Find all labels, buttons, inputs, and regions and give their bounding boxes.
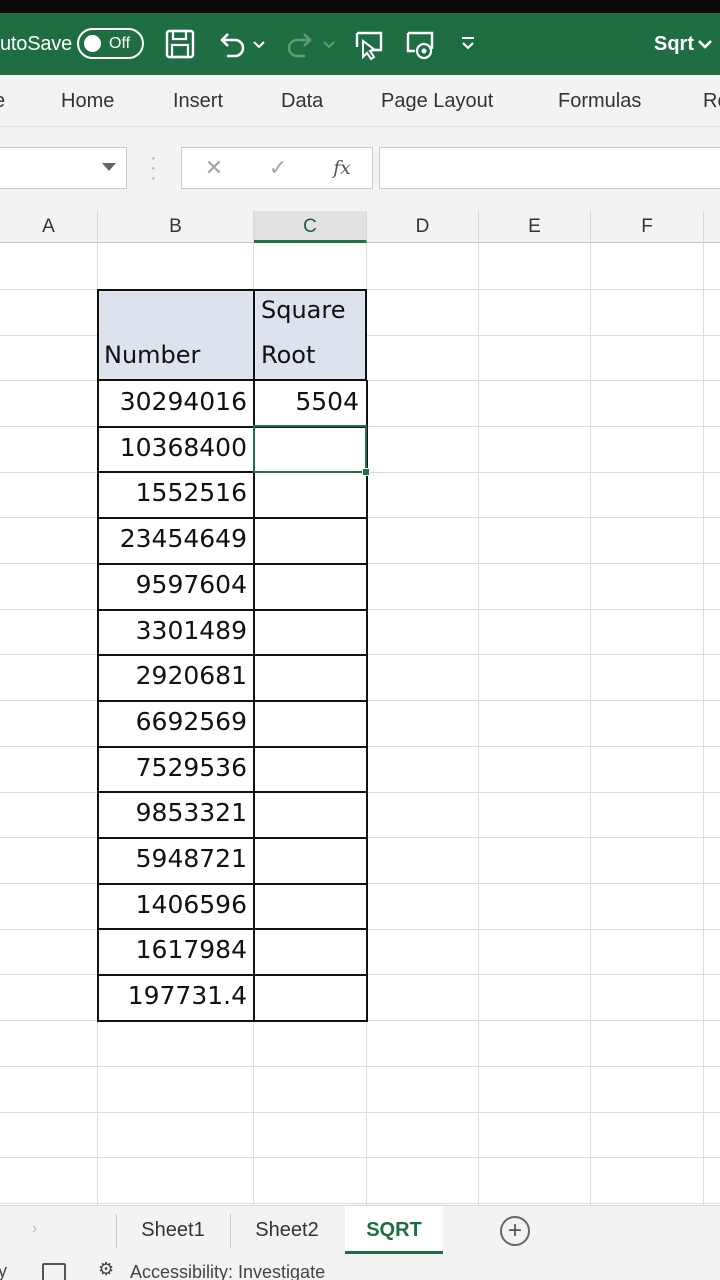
- save-icon[interactable]: [163, 27, 197, 61]
- sheet-tab-sqrt[interactable]: SQRT: [345, 1206, 443, 1254]
- fill-handle[interactable]: [362, 468, 370, 476]
- chevron-down-icon[interactable]: [102, 163, 116, 171]
- number-cell[interactable]: 5948721: [136, 844, 247, 873]
- number-cell[interactable]: 1617984: [136, 935, 247, 964]
- drag-handle-icon[interactable]: · · ·: [150, 148, 157, 188]
- tab-page-layout[interactable]: Page Layout: [381, 75, 493, 127]
- present-icon[interactable]: [352, 27, 386, 61]
- column-header-a[interactable]: A: [0, 211, 98, 243]
- tab-file[interactable]: e: [0, 75, 5, 127]
- redo-icon: [284, 27, 318, 61]
- table-row-border: [97, 1020, 367, 1022]
- number-cell[interactable]: 30294016: [120, 387, 247, 416]
- status-mode: y: [0, 1261, 7, 1280]
- number-cell[interactable]: 1406596: [136, 890, 247, 919]
- enter-icon: ✓: [268, 155, 288, 180]
- status-bar: y ⚙ Accessibility: Investigate: [0, 1255, 720, 1280]
- grid-hline: [0, 1157, 720, 1158]
- ribbon-tabs: e Home Insert Data Page Layout Formulas …: [0, 75, 720, 127]
- undo-icon[interactable]: [214, 27, 248, 61]
- table-row-border: [97, 746, 367, 748]
- autosave-state: Off: [109, 35, 131, 52]
- grid-hline: [0, 1203, 720, 1204]
- customize-toolbar-icon[interactable]: [455, 27, 481, 61]
- tab-home[interactable]: Home: [61, 75, 114, 127]
- table-row-border: [97, 563, 367, 565]
- number-cell[interactable]: 23454649: [120, 524, 247, 553]
- table-row-border: [97, 791, 367, 793]
- tab-data[interactable]: Data: [281, 75, 323, 127]
- table-row-border: [97, 700, 367, 702]
- number-cell[interactable]: 2920681: [136, 661, 247, 690]
- column-header-c[interactable]: C: [254, 211, 367, 243]
- file-name[interactable]: Sqrt: [654, 13, 694, 75]
- cancel-icon: ✕: [204, 155, 224, 180]
- accessibility-icon[interactable]: ⚙: [98, 1259, 114, 1280]
- worksheet-grid[interactable]: Number Square Root 30294016 5504 10368400 1…: [0, 243, 720, 1205]
- number-cell[interactable]: 9853321: [136, 798, 247, 827]
- title-bar: utoSave Off Sqrt: [0, 13, 720, 75]
- square-root-cell[interactable]: 5504: [295, 387, 359, 416]
- column-header-e[interactable]: E: [479, 211, 591, 243]
- window-top-edge: [0, 0, 720, 13]
- grid-vline: [703, 243, 704, 1205]
- formula-input[interactable]: [379, 147, 720, 189]
- table-row-border: [97, 974, 367, 976]
- redo-dropdown-icon: [320, 27, 338, 61]
- sheet-tabs-bar: › Sheet1 Sheet2 SQRT +: [0, 1205, 720, 1255]
- number-cell[interactable]: 3301489: [136, 616, 247, 645]
- number-cell[interactable]: 7529536: [136, 753, 247, 782]
- column-header-g[interactable]: [704, 211, 720, 243]
- grid-hline: [0, 1112, 720, 1113]
- sheet-nav-next-icon[interactable]: ›: [32, 1220, 37, 1238]
- autosave-label: utoSave: [0, 33, 72, 55]
- tab-insert[interactable]: Insert: [173, 75, 223, 127]
- number-cell[interactable]: 6692569: [136, 707, 247, 736]
- chevron-down-icon[interactable]: [696, 35, 714, 53]
- column-header-f[interactable]: F: [591, 211, 704, 243]
- table-row-border: [97, 837, 367, 839]
- add-sheet-icon[interactable]: +: [500, 1216, 530, 1246]
- grid-hline: [0, 1066, 720, 1067]
- number-cell[interactable]: 1552516: [136, 478, 247, 507]
- number-cell[interactable]: 197731.4: [128, 981, 247, 1010]
- sheet-tab-sheet2[interactable]: Sheet2: [232, 1206, 342, 1254]
- number-cell[interactable]: 10368400: [120, 433, 247, 462]
- header-number-text: Number: [104, 341, 201, 369]
- header-root-text: Root: [261, 341, 316, 369]
- table-row-border: [97, 517, 367, 519]
- macro-record-icon[interactable]: [42, 1263, 66, 1280]
- touch-mode-icon[interactable]: [403, 27, 437, 61]
- toggle-knob: [84, 35, 101, 52]
- table-row-border: [97, 883, 367, 885]
- name-box[interactable]: [0, 147, 127, 189]
- undo-dropdown-icon[interactable]: [250, 27, 268, 61]
- insert-function-icon[interactable]: fx: [322, 148, 362, 188]
- accessibility-status[interactable]: Accessibility: Investigate: [130, 1262, 325, 1280]
- formula-buttons: ✕ ✓ fx: [181, 147, 373, 189]
- table-row-border: [97, 654, 367, 656]
- tab-review[interactable]: Re: [703, 75, 720, 127]
- formula-bar: · · · ✕ ✓ fx: [0, 127, 720, 211]
- tab-formulas[interactable]: Formulas: [558, 75, 641, 127]
- active-cell[interactable]: [253, 425, 367, 473]
- header-square-text: Square: [261, 296, 346, 324]
- table-column-border: [253, 380, 255, 1022]
- grid-vline: [478, 243, 479, 1205]
- table-column-border: [366, 380, 368, 1022]
- table-column-border: [97, 380, 99, 1022]
- column-header-d[interactable]: D: [367, 211, 479, 243]
- number-cell[interactable]: 9597604: [136, 570, 247, 599]
- table-row-border: [97, 928, 367, 930]
- table-row-border: [97, 609, 367, 611]
- tab-separator: [116, 1214, 117, 1248]
- tab-separator: [230, 1214, 231, 1248]
- grid-vline: [590, 243, 591, 1205]
- column-header-b[interactable]: B: [98, 211, 254, 243]
- autosave-toggle[interactable]: Off: [77, 28, 144, 59]
- sheet-tab-sheet1[interactable]: Sheet1: [118, 1206, 228, 1254]
